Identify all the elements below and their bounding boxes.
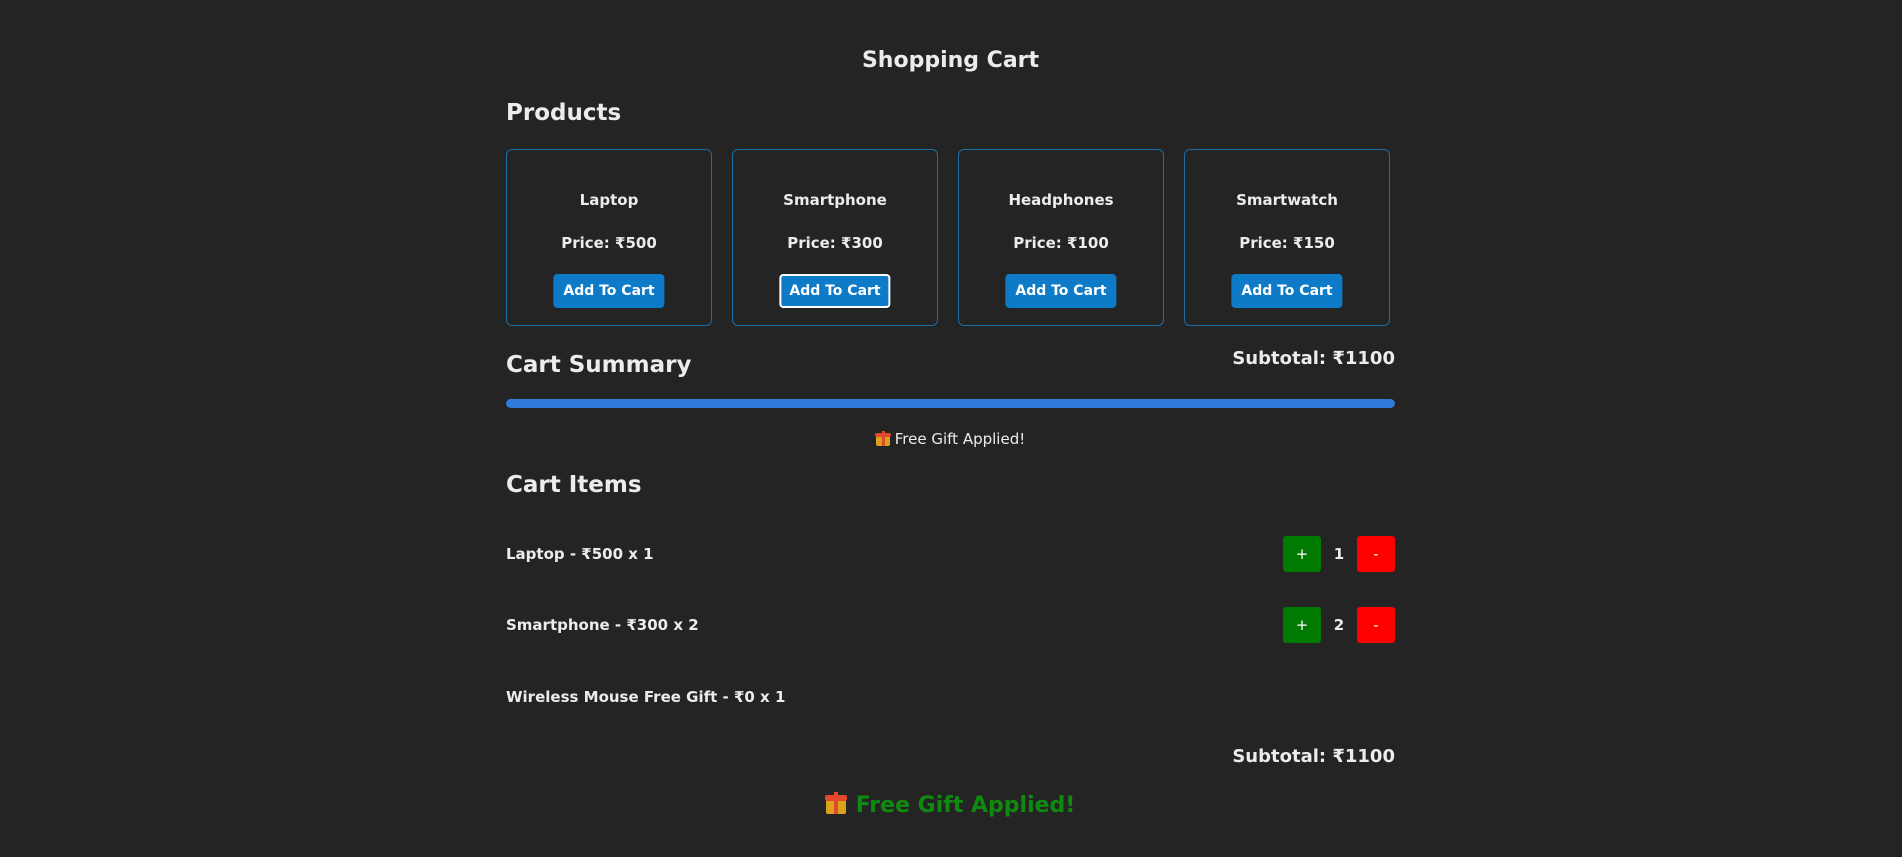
cart-item-smartphone: Smartphone - ₹300 x 2 + 2 - (506, 607, 1395, 643)
product-name: Laptop (579, 191, 639, 209)
product-card-smartphone: Smartphone Price: ₹300 Add To Cart (732, 149, 938, 326)
free-gift-banner-text: Free Gift Applied! (855, 793, 1076, 818)
gift-status-note: Free Gift Applied! (506, 429, 1395, 449)
add-to-cart-button-smartphone[interactable]: Add To Cart (779, 274, 891, 308)
add-to-cart-button-smartwatch[interactable]: Add To Cart (1231, 274, 1343, 308)
cart-item-free-gift: Wireless Mouse Free Gift - ₹0 x 1 (506, 679, 1395, 715)
product-name: Headphones (1008, 191, 1114, 209)
product-card-headphones: Headphones Price: ₹100 Add To Cart (958, 149, 1164, 326)
quantity-controls: + 1 - (1283, 536, 1395, 572)
cart-item-laptop: Laptop - ₹500 x 1 + 1 - (506, 536, 1395, 572)
quantity-value: 1 (1333, 545, 1345, 563)
free-gift-banner: Free Gift Applied! (506, 791, 1395, 821)
add-to-cart-button-laptop[interactable]: Add To Cart (553, 274, 665, 308)
gift-icon (824, 792, 847, 814)
cart-item-label: Smartphone - ₹300 x 2 (506, 616, 699, 634)
subtotal-total: Subtotal: ₹1100 (1232, 746, 1395, 767)
decrease-quantity-button[interactable]: - (1357, 607, 1395, 643)
free-gift-progress-bar (506, 399, 1395, 408)
product-card-laptop: Laptop Price: ₹500 Add To Cart (506, 149, 712, 326)
gift-note-text: Free Gift Applied! (894, 430, 1026, 448)
cart-item-label: Wireless Mouse Free Gift - ₹0 x 1 (506, 688, 786, 706)
gift-icon (874, 431, 891, 446)
quantity-value: 2 (1333, 616, 1345, 634)
decrease-quantity-button[interactable]: - (1357, 536, 1395, 572)
cart-item-label: Laptop - ₹500 x 1 (506, 545, 654, 563)
progress-fill (506, 399, 1395, 408)
subtotal-summary: Subtotal: ₹1100 (1232, 348, 1395, 369)
quantity-controls: + 2 - (1283, 607, 1395, 643)
add-to-cart-button-headphones[interactable]: Add To Cart (1005, 274, 1117, 308)
product-price: Price: ₹300 (787, 234, 883, 252)
product-price: Price: ₹150 (1239, 234, 1335, 252)
products-grid: Laptop Price: ₹500 Add To Cart Smartphon… (506, 149, 1395, 326)
product-name: Smartwatch (1236, 191, 1338, 209)
cart-items-heading: Cart Items (506, 472, 642, 498)
products-heading: Products (506, 100, 622, 126)
product-price: Price: ₹100 (1013, 234, 1109, 252)
increase-quantity-button[interactable]: + (1283, 607, 1321, 643)
cart-summary-heading: Cart Summary (506, 352, 692, 378)
increase-quantity-button[interactable]: + (1283, 536, 1321, 572)
page-title: Shopping Cart (861, 48, 1040, 73)
product-name: Smartphone (783, 191, 887, 209)
product-price: Price: ₹500 (561, 234, 657, 252)
product-card-smartwatch: Smartwatch Price: ₹150 Add To Cart (1184, 149, 1390, 326)
